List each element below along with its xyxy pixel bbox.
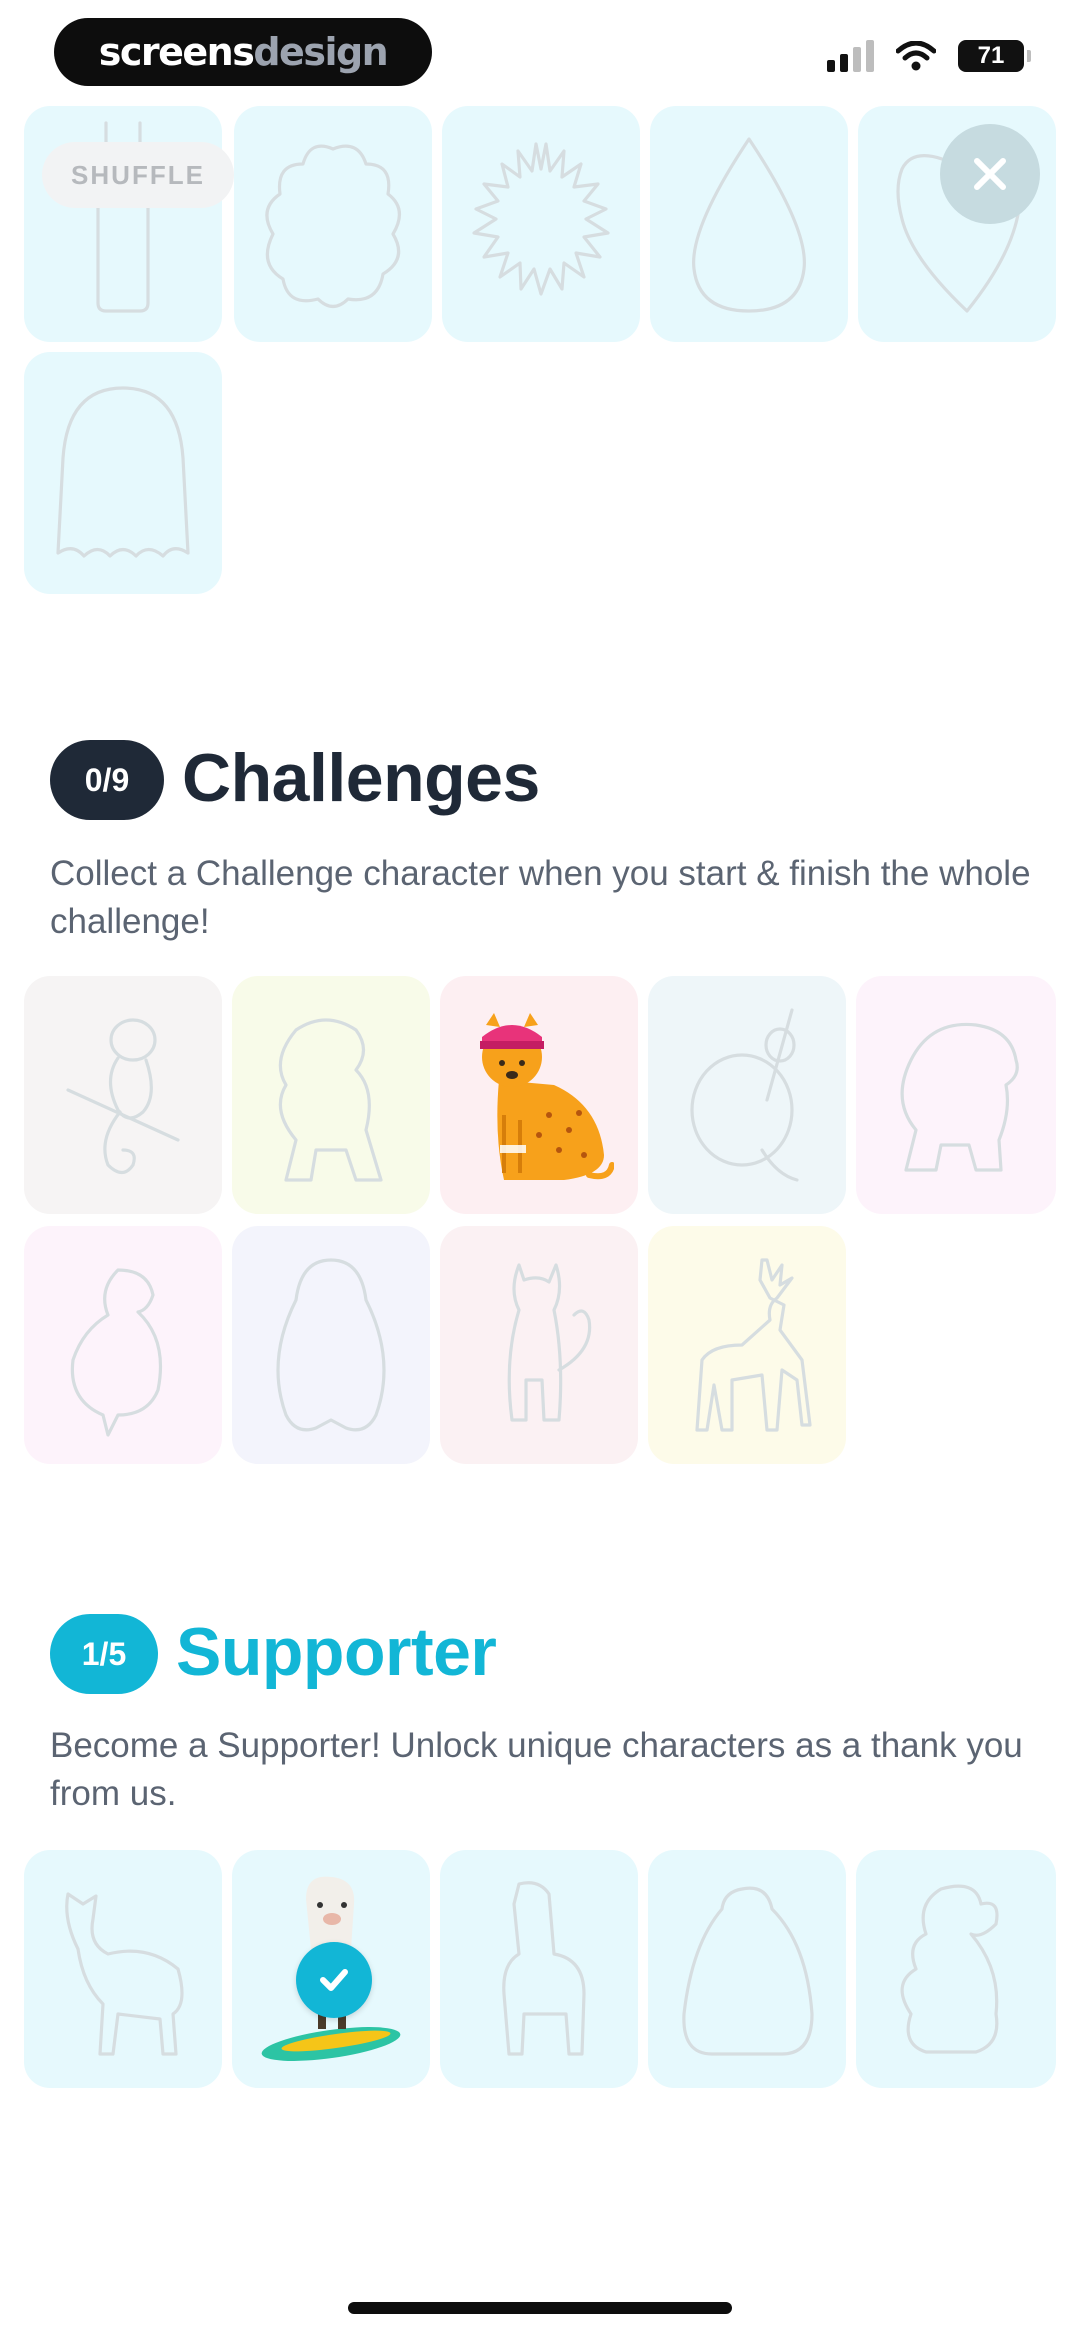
signal-icon: [827, 40, 874, 72]
shape-tile-ghost[interactable]: [24, 352, 222, 594]
challenge-tile-cat[interactable]: [440, 1226, 638, 1464]
supporter-tile-llama[interactable]: [440, 1850, 638, 2088]
supporter-title: Supporter: [176, 1614, 497, 1690]
unlocked-check-badge: [296, 1942, 372, 2018]
challenges-title: Challenges: [182, 740, 540, 816]
brand-bold: screens: [98, 30, 255, 74]
challenge-tile-dinosaur[interactable]: [232, 976, 430, 1214]
supporter-tile-okapi[interactable]: [24, 1850, 222, 2088]
wifi-icon: [896, 41, 936, 71]
status-icons: 71: [827, 40, 1031, 72]
brand-watermark: screensdesign: [54, 18, 432, 86]
shape-tile-drop[interactable]: [650, 106, 848, 342]
challenge-tile-penguin[interactable]: [232, 1226, 430, 1464]
challenges-counter: 0/9: [50, 740, 164, 820]
challenge-tile-monkey[interactable]: [24, 976, 222, 1214]
close-icon: [974, 158, 1006, 190]
challenges-description: Collect a Challenge character when you s…: [50, 854, 1031, 941]
battery-level: 71: [977, 42, 1005, 69]
home-indicator[interactable]: [348, 2302, 732, 2314]
battery-icon: 71: [958, 40, 1031, 72]
challenge-tile-bird[interactable]: [24, 1226, 222, 1464]
challenge-tile-bear[interactable]: [856, 976, 1056, 1214]
checkmark-icon: [320, 1969, 348, 1991]
shape-tile-splat[interactable]: [442, 106, 640, 342]
challenge-tile-sloth[interactable]: [648, 976, 846, 1214]
brand-light: design: [253, 30, 388, 74]
shape-tile-cloud[interactable]: [234, 106, 432, 342]
supporter-counter: 1/5: [50, 1614, 158, 1694]
challenge-tile-deer[interactable]: [648, 1226, 846, 1464]
challenge-tile-cheetah[interactable]: [440, 976, 638, 1214]
supporter-tile-poodle[interactable]: [856, 1850, 1056, 2088]
supporter-description: Become a Supporter! Unlock unique charac…: [50, 1726, 1023, 1813]
close-button[interactable]: [940, 124, 1040, 224]
supporter-tile-blob[interactable]: [648, 1850, 846, 2088]
cheetah-illustration: [480, 1013, 614, 1180]
shuffle-button[interactable]: SHUFFLE: [42, 142, 234, 208]
